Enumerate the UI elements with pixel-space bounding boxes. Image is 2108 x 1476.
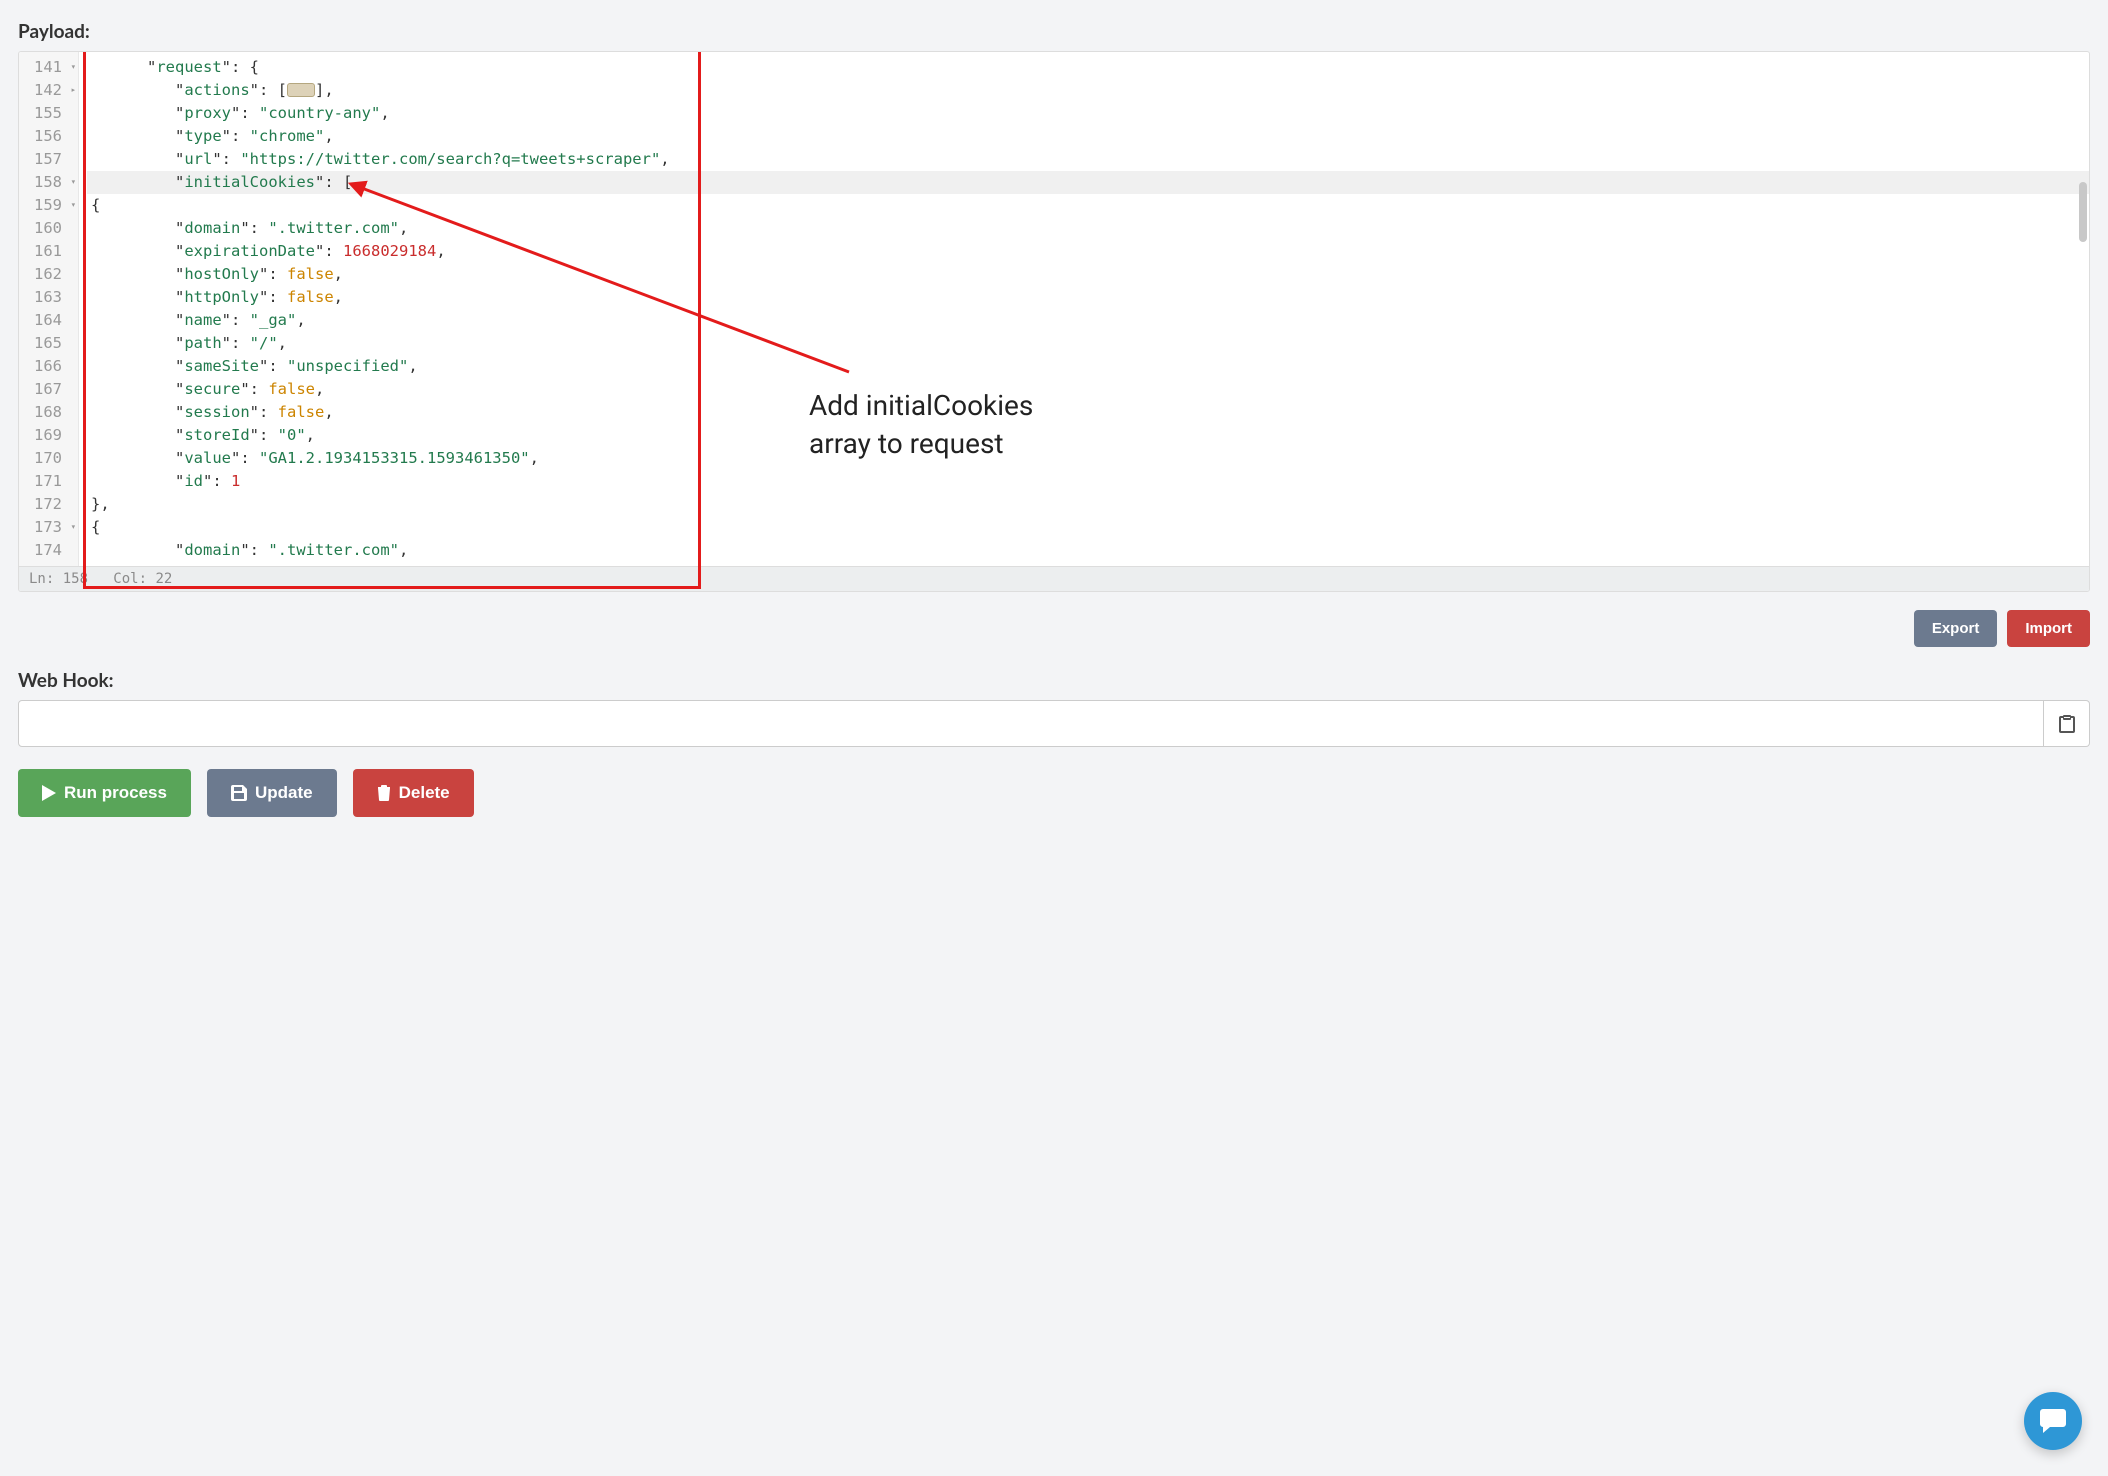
gutter-line: 172 xyxy=(19,493,78,516)
gutter-line: 142▸ xyxy=(19,79,78,102)
code-line[interactable]: "expirationDate": 1668029184, xyxy=(87,240,2089,263)
gutter-line: 170 xyxy=(19,447,78,470)
code-line[interactable]: "url": "https://twitter.com/search?q=twe… xyxy=(87,148,2089,171)
code-line[interactable]: "secure": false, xyxy=(87,378,2089,401)
gutter-line: 161 xyxy=(19,240,78,263)
code-line[interactable]: }, xyxy=(87,493,2089,516)
code-line[interactable]: "hostOnly": false, xyxy=(87,263,2089,286)
gutter-line: 155 xyxy=(19,102,78,125)
code-line[interactable]: "value": "GA1.2.1934153315.1593461350", xyxy=(87,447,2089,470)
code-line[interactable]: "name": "_ga", xyxy=(87,309,2089,332)
gutter-line: 168 xyxy=(19,401,78,424)
fold-badge-icon[interactable] xyxy=(287,83,315,97)
code-line[interactable]: "sameSite": "unspecified", xyxy=(87,355,2089,378)
gutter-line: 157 xyxy=(19,148,78,171)
code-line[interactable]: "type": "chrome", xyxy=(87,125,2089,148)
annotation-text: Add initialCookiesarray to request xyxy=(809,387,1033,463)
fold-open-icon[interactable]: ▾ xyxy=(71,171,76,194)
fold-open-icon[interactable]: ▾ xyxy=(71,194,76,217)
chat-button[interactable] xyxy=(2024,1392,2082,1450)
play-icon xyxy=(42,785,56,801)
gutter-line: 167 xyxy=(19,378,78,401)
code-line[interactable]: "storeId": "0", xyxy=(87,424,2089,447)
fold-closed-icon[interactable]: ▸ xyxy=(71,79,76,102)
gutter-line: 166 xyxy=(19,355,78,378)
code-line[interactable]: "actions": [], xyxy=(87,79,2089,102)
run-process-button[interactable]: Run process xyxy=(18,769,191,817)
gutter-line: 169 xyxy=(19,424,78,447)
export-import-row: Export Import xyxy=(18,610,2090,647)
code-line[interactable]: "path": "/", xyxy=(87,332,2089,355)
action-buttons-row: Run process Update Delete xyxy=(18,769,2090,817)
code-line[interactable]: "domain": ".twitter.com", xyxy=(87,539,2089,562)
gutter-line: 160 xyxy=(19,217,78,240)
update-button[interactable]: Update xyxy=(207,769,337,817)
code-line[interactable]: { xyxy=(87,194,2089,217)
fold-open-icon[interactable]: ▾ xyxy=(71,56,76,79)
gutter-line: 156 xyxy=(19,125,78,148)
editor-code[interactable]: "request": { "actions": [], "proxy": "co… xyxy=(79,52,2089,566)
code-line[interactable]: "request": { xyxy=(87,56,2089,79)
code-line[interactable]: "initialCookies": [ xyxy=(87,171,2089,194)
code-line[interactable]: "domain": ".twitter.com", xyxy=(87,217,2089,240)
gutter-line: 163 xyxy=(19,286,78,309)
code-line[interactable]: "httpOnly": false, xyxy=(87,286,2089,309)
import-button[interactable]: Import xyxy=(2007,610,2090,647)
code-line[interactable]: "id": 1 xyxy=(87,470,2089,493)
gutter-line: 164 xyxy=(19,309,78,332)
code-line[interactable]: "proxy": "country-any", xyxy=(87,102,2089,125)
status-col: 22 xyxy=(155,571,172,587)
gutter-line: 165 xyxy=(19,332,78,355)
gutter-line: 162 xyxy=(19,263,78,286)
payload-label: Payload: xyxy=(18,20,2090,43)
delete-button[interactable]: Delete xyxy=(353,769,474,817)
gutter-line: 159▾ xyxy=(19,194,78,217)
fold-open-icon[interactable]: ▾ xyxy=(71,516,76,539)
export-button[interactable]: Export xyxy=(1914,610,1998,647)
trash-icon xyxy=(377,785,391,801)
webhook-label: Web Hook: xyxy=(18,669,2090,692)
clipboard-icon xyxy=(2059,715,2075,733)
status-line: 158 xyxy=(63,571,88,587)
gutter-line: 141▾ xyxy=(19,56,78,79)
editor-gutter: 141▾142▸155156157158▾159▾160161162163164… xyxy=(19,52,79,566)
chat-icon xyxy=(2040,1409,2066,1433)
gutter-line: 174 xyxy=(19,539,78,562)
gutter-line: 173▾ xyxy=(19,516,78,539)
editor-statusbar: Ln: 158 Col: 22 xyxy=(19,566,2089,591)
webhook-input[interactable] xyxy=(18,700,2044,747)
scrollbar-thumb[interactable] xyxy=(2079,182,2087,242)
gutter-line: 158▾ xyxy=(19,171,78,194)
gutter-line: 171 xyxy=(19,470,78,493)
code-line[interactable]: "session": false, xyxy=(87,401,2089,424)
payload-editor[interactable]: 141▾142▸155156157158▾159▾160161162163164… xyxy=(18,51,2090,592)
code-line[interactable]: { xyxy=(87,516,2089,539)
save-icon xyxy=(231,785,247,801)
clipboard-button[interactable] xyxy=(2044,700,2090,747)
